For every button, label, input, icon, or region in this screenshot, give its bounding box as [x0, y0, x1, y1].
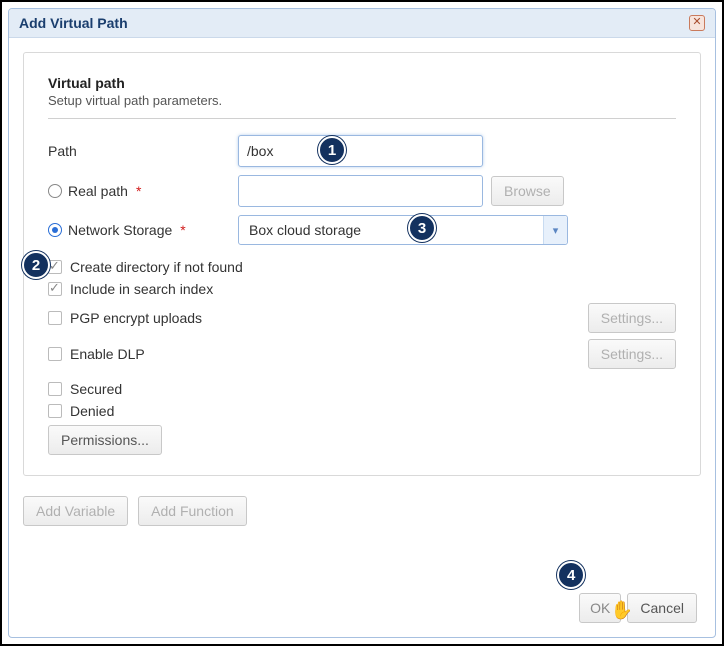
dlp-label: Enable DLP	[70, 346, 145, 362]
opt-denied: Denied	[48, 403, 676, 419]
denied-checkbox[interactable]	[48, 404, 62, 418]
callout-2: 2	[22, 251, 50, 279]
network-storage-label: Network Storage	[68, 222, 172, 238]
network-storage-radio[interactable]	[48, 223, 62, 237]
below-buttons: Add Variable Add Function	[23, 496, 701, 526]
opt-dlp: Enable DLP Settings...	[48, 339, 676, 369]
create-dir-label: Create directory if not found	[70, 259, 243, 275]
search-index-checkbox[interactable]	[48, 282, 62, 296]
add-variable-button[interactable]: Add Variable	[23, 496, 128, 526]
cancel-button[interactable]: Cancel	[627, 593, 697, 623]
add-function-button[interactable]: Add Function	[138, 496, 247, 526]
pgp-settings-button[interactable]: Settings...	[588, 303, 676, 333]
section-header: Virtual path Setup virtual path paramete…	[48, 75, 676, 119]
secured-checkbox[interactable]	[48, 382, 62, 396]
pgp-checkbox[interactable]	[48, 311, 62, 325]
pgp-label: PGP encrypt uploads	[70, 310, 202, 326]
secured-label: Secured	[70, 381, 122, 397]
dlp-checkbox[interactable]	[48, 347, 62, 361]
footer-buttons: OK Cancel 4	[579, 593, 697, 623]
opt-secured: Secured	[48, 381, 676, 397]
required-asterisk: *	[180, 222, 185, 238]
path-label: Path	[48, 143, 77, 159]
dialog: Add Virtual Path ✕ Virtual path Setup vi…	[8, 8, 716, 638]
row-network-storage: Network Storage* Box cloud storage ▾ 3	[48, 215, 676, 245]
section-title: Virtual path	[48, 75, 676, 91]
search-index-label: Include in search index	[70, 281, 213, 297]
dialog-title: Add Virtual Path	[19, 15, 128, 31]
network-storage-value: Box cloud storage	[249, 222, 361, 238]
row-path: Path 1	[48, 135, 676, 167]
dialog-body: Virtual path Setup virtual path paramete…	[9, 38, 715, 637]
row-real-path: Real path * Browse	[48, 175, 676, 207]
window-frame: Add Virtual Path ✕ Virtual path Setup vi…	[0, 0, 724, 646]
titlebar: Add Virtual Path ✕	[9, 9, 715, 38]
real-path-label: Real path	[68, 183, 128, 199]
close-icon[interactable]: ✕	[689, 15, 705, 31]
dlp-settings-button[interactable]: Settings...	[588, 339, 676, 369]
real-path-radio[interactable]	[48, 184, 62, 198]
opt-search-index: Include in search index	[48, 281, 676, 297]
ok-button[interactable]: OK	[579, 593, 621, 623]
section-subtitle: Setup virtual path parameters.	[48, 93, 676, 108]
opt-create-dir: Create directory if not found	[48, 259, 676, 275]
create-dir-checkbox[interactable]	[48, 260, 62, 274]
browse-button[interactable]: Browse	[491, 176, 564, 206]
path-input[interactable]	[238, 135, 483, 167]
denied-label: Denied	[70, 403, 114, 419]
main-panel: Virtual path Setup virtual path paramete…	[23, 52, 701, 476]
network-storage-select[interactable]: Box cloud storage ▾	[238, 215, 568, 245]
required-asterisk: *	[136, 183, 141, 199]
opt-pgp: PGP encrypt uploads Settings...	[48, 303, 676, 333]
real-path-input[interactable]	[238, 175, 483, 207]
chevron-down-icon: ▾	[543, 216, 567, 244]
callout-4: 4	[557, 561, 585, 589]
permissions-button[interactable]: Permissions...	[48, 425, 162, 455]
